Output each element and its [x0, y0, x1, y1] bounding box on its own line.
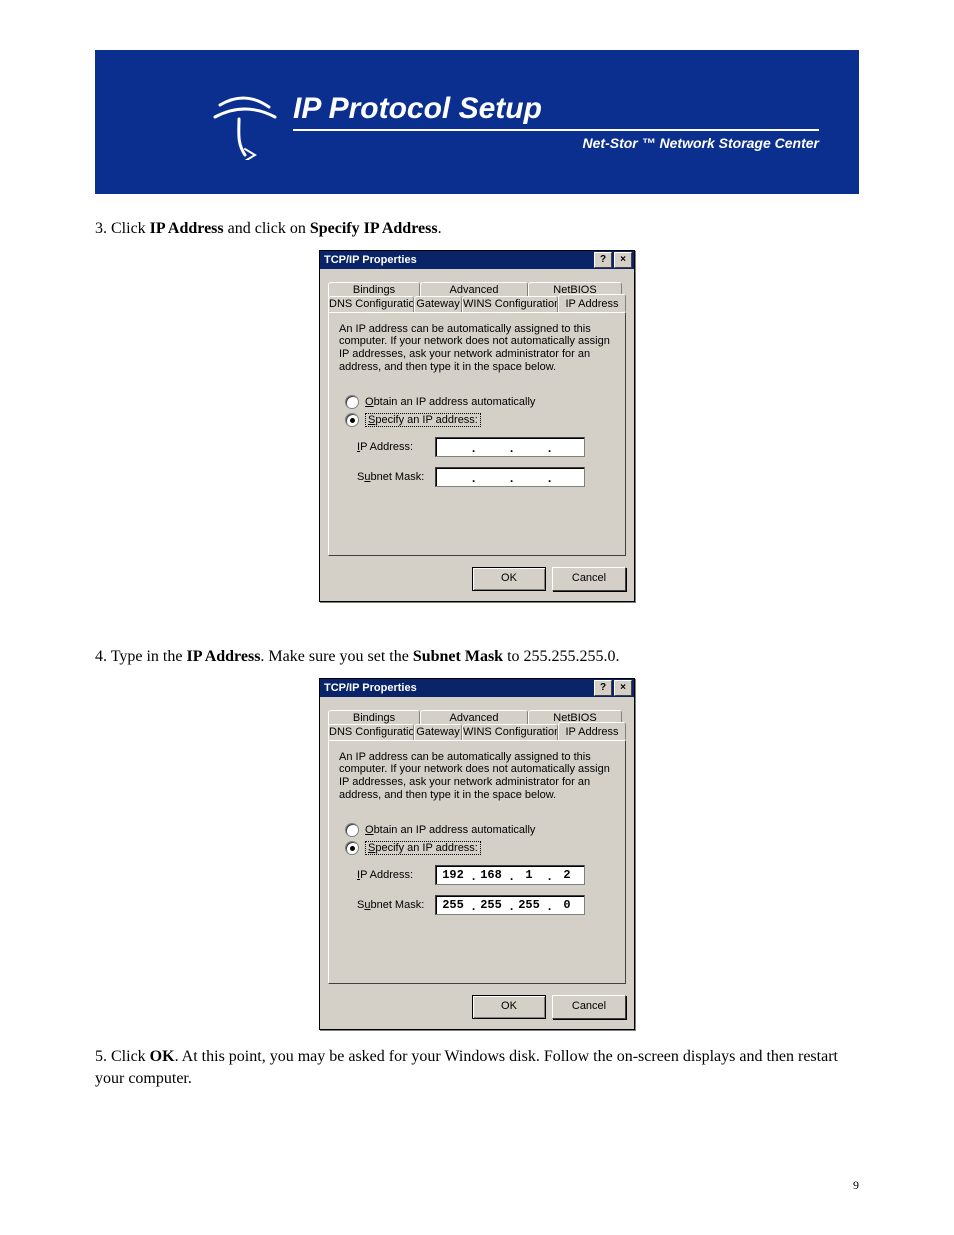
- subnet-mask-label: Subnet Mask:: [357, 899, 435, 911]
- header-banner: IP Protocol Setup Net-Stor ™ Network Sto…: [95, 50, 859, 194]
- titlebar: TCP/IP Properties ? ×: [320, 679, 634, 697]
- dialog-title: TCP/IP Properties: [324, 254, 592, 266]
- ok-button[interactable]: OK: [472, 567, 546, 591]
- subnet-mask-label: Subnet Mask:: [357, 471, 435, 483]
- subnet-mask-input[interactable]: 255. 255. 255. 0: [435, 895, 585, 915]
- radio-icon: [345, 841, 359, 855]
- tab-dns[interactable]: DNS Configuration: [328, 296, 414, 312]
- close-button[interactable]: ×: [614, 252, 632, 268]
- ip-address-label: IP Address:: [357, 869, 435, 881]
- tab-wins[interactable]: WINS Configuration: [462, 296, 558, 312]
- ip-address-input[interactable]: . . .: [435, 437, 585, 457]
- step-5-text: 5. Click OK. At this point, you may be a…: [95, 1046, 859, 1089]
- subnet-mask-input[interactable]: . . .: [435, 467, 585, 487]
- step-4-text: 4. Type in the IP Address. Make sure you…: [95, 646, 859, 668]
- tab-ip-address[interactable]: IP Address: [558, 722, 626, 740]
- dialog-title: TCP/IP Properties: [324, 682, 592, 694]
- tab-advanced[interactable]: Advanced: [420, 282, 528, 297]
- tab-bindings[interactable]: Bindings: [328, 710, 420, 725]
- tab-bindings[interactable]: Bindings: [328, 282, 420, 297]
- radio-obtain-auto[interactable]: Obtain an IP address automatically: [345, 823, 615, 837]
- dialog-description: An IP address can be automatically assig…: [339, 751, 615, 802]
- logo-icon: [205, 85, 285, 160]
- radio-icon: [345, 395, 359, 409]
- tab-dns[interactable]: DNS Configuration: [328, 724, 414, 740]
- tab-ip-address[interactable]: IP Address: [558, 294, 626, 312]
- cancel-button[interactable]: Cancel: [552, 995, 626, 1019]
- banner-subtitle: Net-Stor ™ Network Storage Center: [293, 135, 859, 151]
- tab-gateway[interactable]: Gateway: [414, 724, 462, 740]
- tab-wins[interactable]: WINS Configuration: [462, 724, 558, 740]
- ip-address-label: IP Address:: [357, 441, 435, 453]
- ok-button[interactable]: OK: [472, 995, 546, 1019]
- radio-icon: [345, 823, 359, 837]
- radio-specify-ip[interactable]: Specify an IP address:: [345, 841, 615, 855]
- ip-address-input[interactable]: 192. 168. 1. 2: [435, 865, 585, 885]
- radio-obtain-auto[interactable]: Obtain an IP address automatically: [345, 395, 615, 409]
- step-3-text: 3. Click IP Address and click on Specify…: [95, 218, 859, 240]
- titlebar: TCP/IP Properties ? ×: [320, 251, 634, 269]
- tcpip-dialog-1: TCP/IP Properties ? × Bindings Advanced …: [319, 250, 635, 603]
- cancel-button[interactable]: Cancel: [552, 567, 626, 591]
- banner-title: IP Protocol Setup: [293, 93, 859, 125]
- tab-gateway[interactable]: Gateway: [414, 296, 462, 312]
- page-number: 9: [853, 1178, 859, 1193]
- radio-specify-ip[interactable]: Specify an IP address:: [345, 413, 615, 427]
- help-button[interactable]: ?: [594, 680, 612, 696]
- tab-advanced[interactable]: Advanced: [420, 710, 528, 725]
- close-button[interactable]: ×: [614, 680, 632, 696]
- dialog-description: An IP address can be automatically assig…: [339, 323, 615, 374]
- tcpip-dialog-2: TCP/IP Properties ? × Bindings Advanced …: [319, 678, 635, 1031]
- radio-icon: [345, 413, 359, 427]
- help-button[interactable]: ?: [594, 252, 612, 268]
